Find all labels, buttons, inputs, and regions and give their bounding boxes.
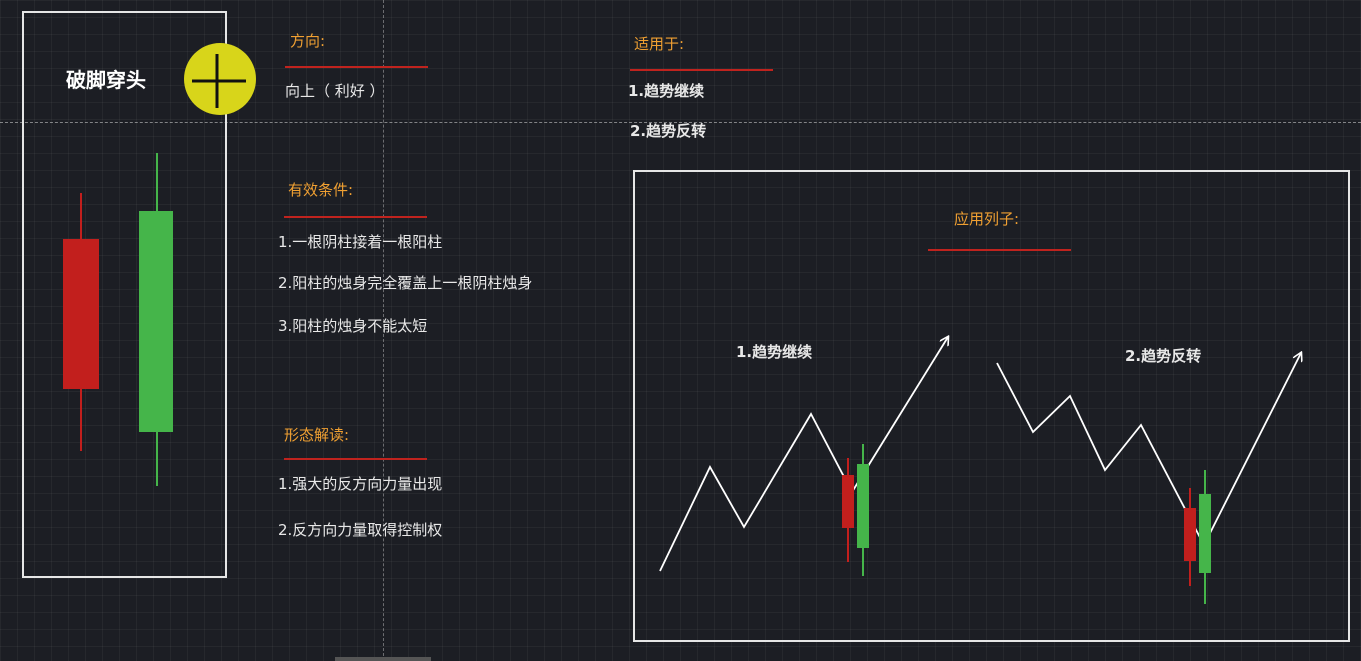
direction-value: 向上（ 利好 ） [285, 82, 385, 100]
applicable-underline [630, 69, 773, 71]
interpretation-underline [284, 458, 427, 460]
interpretation-label: 形态解读: [284, 426, 350, 444]
example-drawing [659, 170, 1350, 604]
applicable-item: 1.趋势继续 [628, 82, 705, 100]
trend-line-continuation [659, 337, 948, 572]
direction-underline [285, 66, 428, 68]
interpretation-item: 2.反方向力量取得控制权 [278, 521, 443, 539]
pattern-candles [63, 153, 173, 486]
bear-candle-body [1184, 508, 1196, 561]
condition-item: 1.一根阴柱接着一根阳柱 [278, 233, 443, 251]
interpretation-item: 1.强大的反方向力量出现 [278, 475, 443, 493]
conditions-underline [284, 216, 427, 218]
bear-candle-body [842, 475, 854, 528]
applicable-label: 适用于: [634, 35, 685, 53]
bull-candle-body [857, 464, 869, 548]
condition-item: 3.阳柱的烛身不能太短 [278, 317, 428, 335]
direction-label: 方向: [290, 32, 326, 50]
bull-candle-body [139, 211, 173, 432]
conditions-label: 有效条件: [288, 181, 354, 199]
condition-item: 2.阳柱的烛身完全覆盖上一根阴柱烛身 [278, 274, 533, 292]
bear-candle-body [63, 239, 99, 389]
applicable-item: 2.趋势反转 [630, 122, 707, 140]
bull-candle-body [1199, 494, 1211, 573]
trend-line-reversal [996, 353, 1301, 547]
scrollbar-thumb[interactable] [335, 657, 431, 661]
